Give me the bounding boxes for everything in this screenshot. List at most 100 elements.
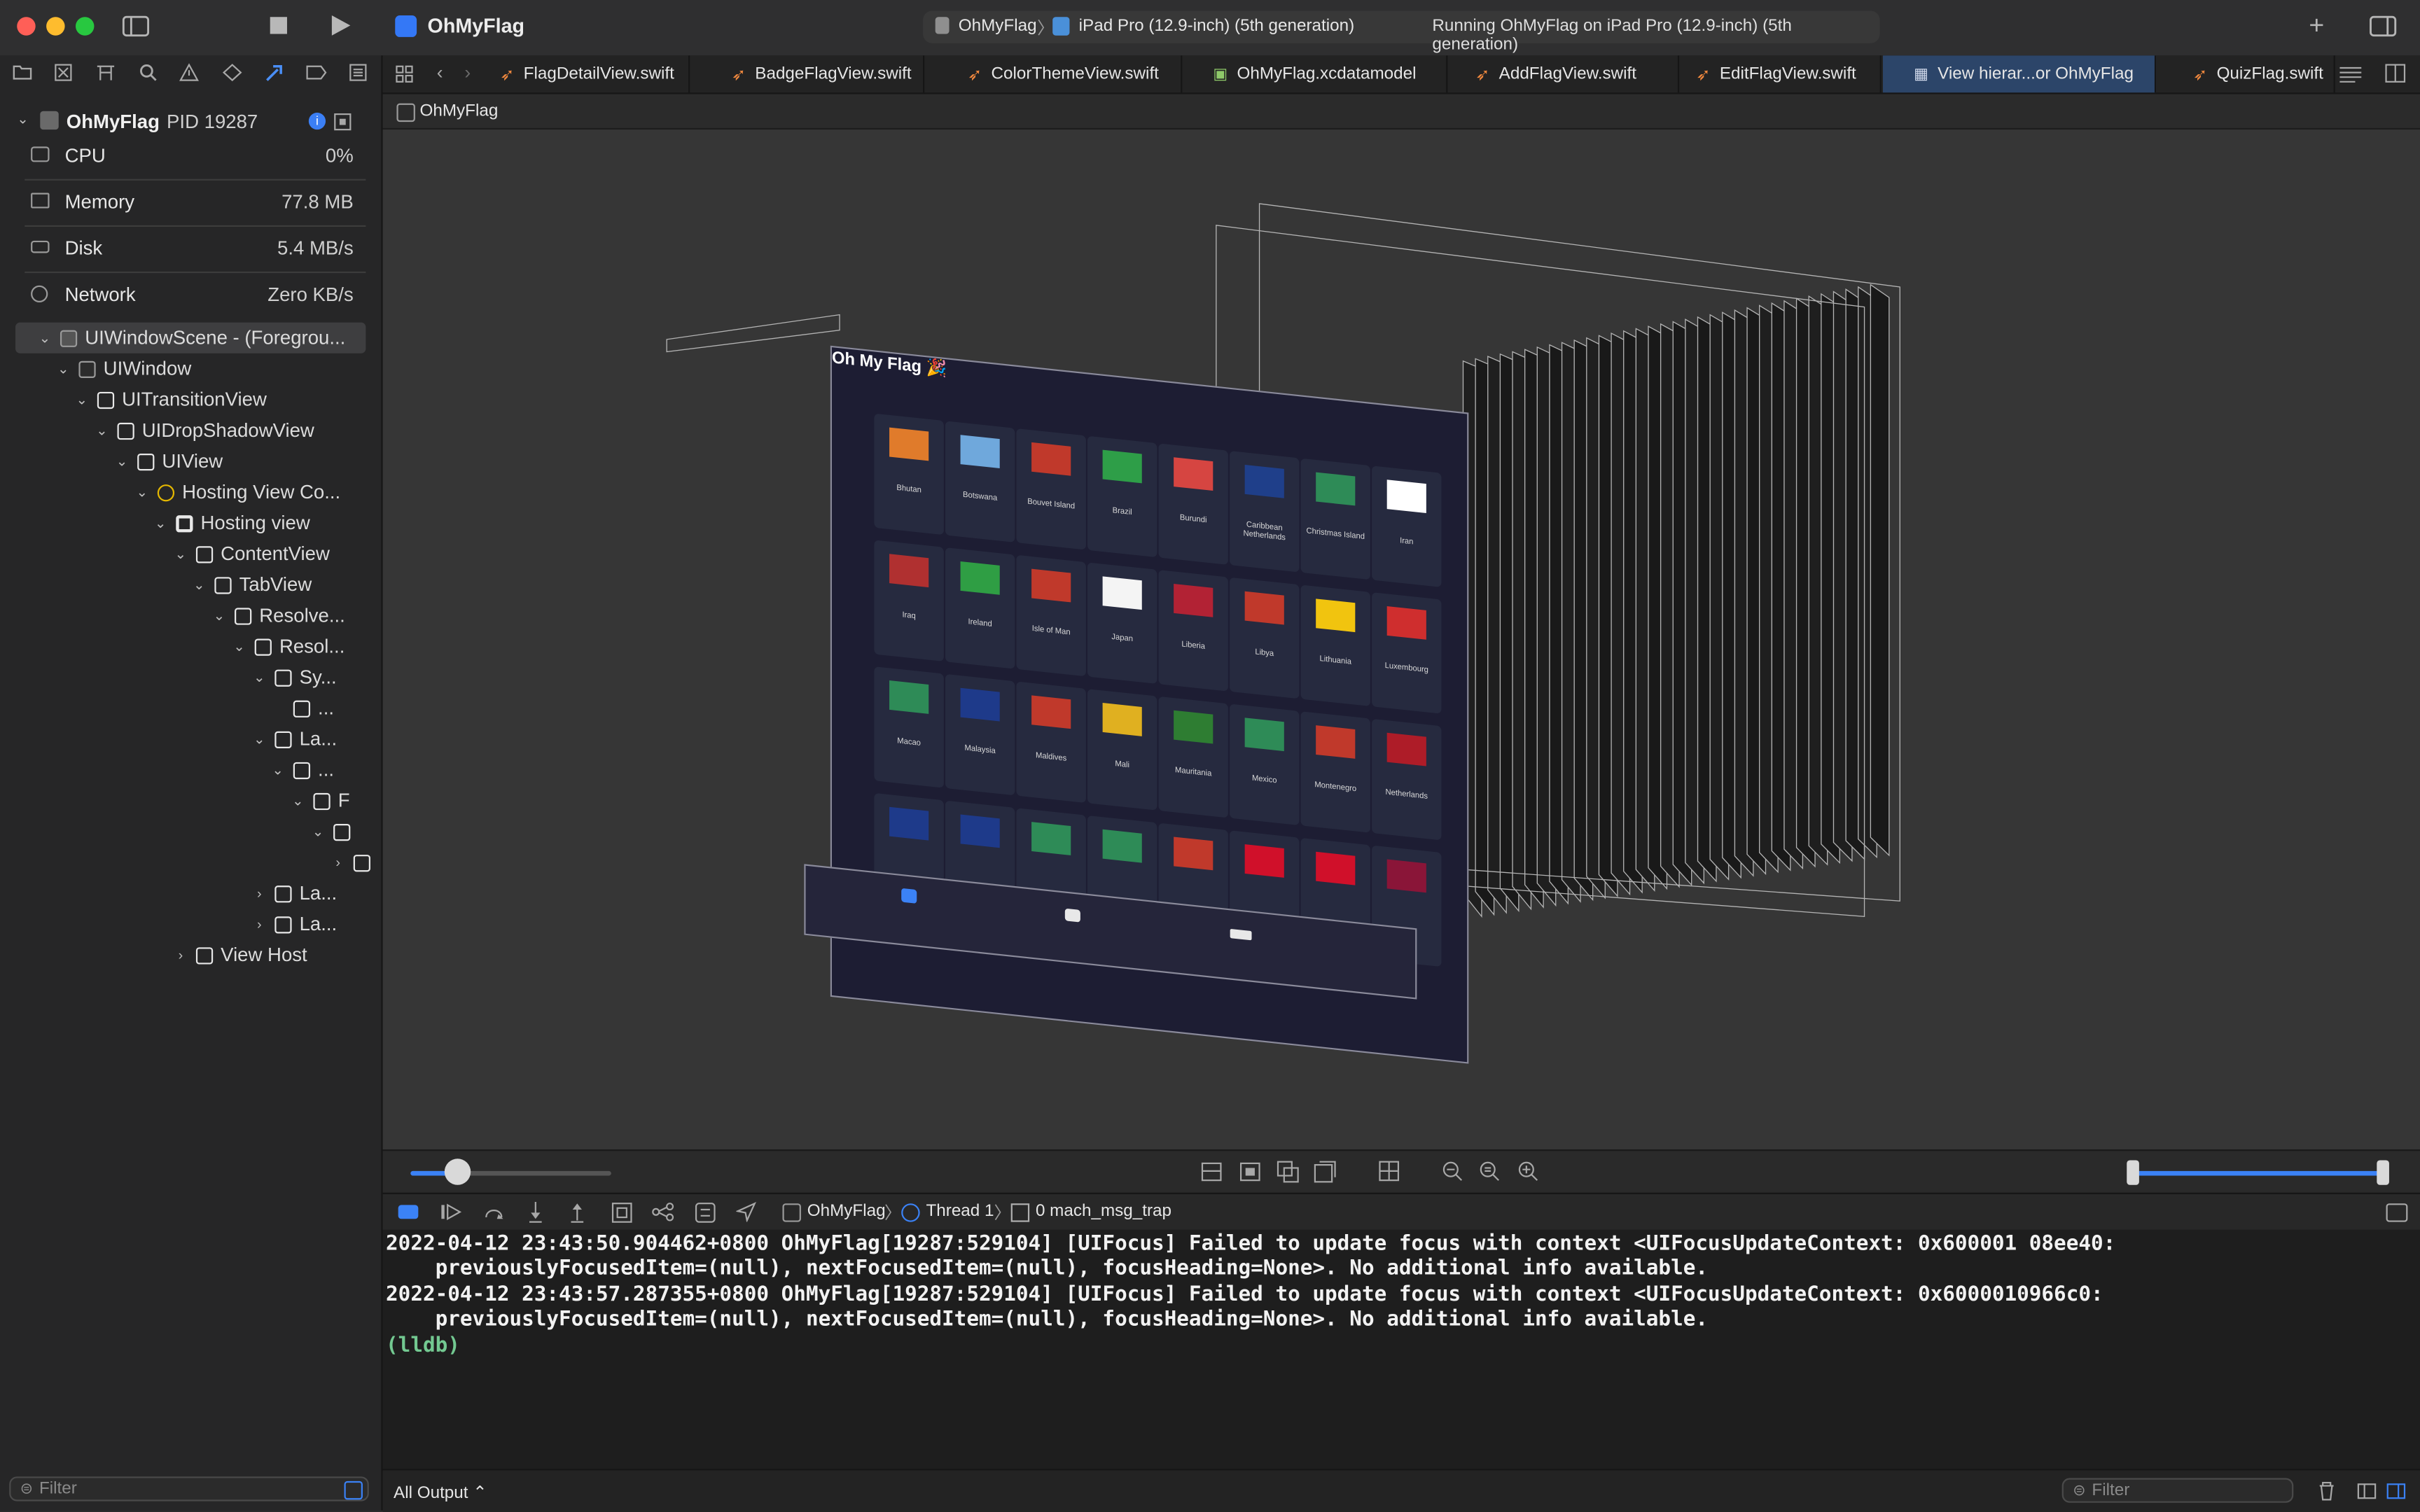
spacing-slider-thumb[interactable] [444,1158,471,1185]
variables-view-icon[interactable] [2357,1483,2377,1499]
breadcrumb[interactable]: OhMyFlag [420,102,499,120]
flag-card[interactable]: Isle of Man [1016,554,1086,677]
flag-card[interactable]: Mali [1087,689,1157,811]
editor-options-icon[interactable] [2338,65,2363,83]
wireframe-icon[interactable] [1314,1160,1337,1183]
orient-icon[interactable] [1378,1160,1400,1182]
forward-icon[interactable]: › [464,62,471,83]
continue-icon[interactable] [440,1202,463,1222]
range-slider-track[interactable] [2133,1170,2384,1176]
console-filter[interactable]: ⊜ Filter [2061,1478,2294,1503]
range-slider-min-thumb[interactable] [2127,1160,2139,1185]
hierarchy-icon[interactable] [333,113,352,131]
constraints-icon[interactable] [1239,1162,1261,1182]
step-out-icon[interactable] [568,1200,586,1224]
test-icon[interactable] [222,63,242,82]
flag-card[interactable]: Caribbean Netherlands [1230,451,1300,573]
flag-card[interactable]: Mexico [1230,704,1300,826]
tree-row[interactable]: › View Host [173,939,307,970]
flag-card[interactable]: Iran [1372,465,1442,587]
flag-card[interactable]: Bhutan [874,413,944,536]
spacing-slider-track[interactable] [410,1170,611,1176]
flag-card[interactable]: Liberia [1158,570,1228,692]
contents-icon[interactable] [1277,1160,1300,1183]
tree-row[interactable]: ⌄ Resolve... [211,600,345,631]
issue-icon[interactable] [179,63,200,81]
filter-options-icon[interactable] [344,1480,363,1500]
tree-row[interactable]: ⌄ [310,816,358,847]
console-view-icon[interactable] [2386,1483,2407,1499]
process-row[interactable]: ⌄ OhMyFlag PID 19287 i [0,105,381,136]
flag-card[interactable]: Ireland [945,547,1015,669]
tab-addflagview[interactable]: ➶ AddFlagView.swift [1463,55,1680,93]
breakpoints-toggle-icon[interactable] [398,1205,419,1219]
flag-card[interactable]: Botswana [945,421,1015,542]
environment-overrides-icon[interactable] [695,1202,716,1224]
range-slider-max-thumb[interactable] [2377,1160,2389,1185]
step-over-icon[interactable] [483,1202,505,1222]
tree-row[interactable]: ⌄ UIView [114,446,223,477]
flag-card[interactable]: Lithuania [1300,584,1370,706]
tree-row[interactable]: › [331,847,378,878]
tree-row[interactable]: › La... [251,878,337,909]
memory-graph-icon[interactable] [651,1202,674,1222]
clip-icon[interactable] [1201,1162,1223,1182]
info-icon[interactable]: i [308,112,326,130]
back-icon[interactable]: ‹ [437,62,443,83]
flag-card[interactable]: Libya [1230,577,1300,699]
tab-flagdetailview[interactable]: ➶ FlagDetailView.swift [487,55,690,93]
view-hierarchy-canvas[interactable]: Oh My Flag 🎉 Bhutan Botswana Bouvet Island… [382,130,2420,1150]
tab-view-hierarchy[interactable]: ▦ View hierar...or OhMyFlag [1883,55,2157,93]
debug-icon[interactable] [263,62,284,83]
flag-card[interactable]: Christmas Island [1300,458,1370,580]
output-filter-menu[interactable]: All Output ⌃ [394,1483,487,1502]
lldb-prompt[interactable]: (lldb) [386,1334,2115,1359]
flag-card[interactable]: Macao [874,666,944,788]
trash-icon[interactable] [2318,1481,2335,1502]
destination-selector[interactable]: iPad Pro (12.9-inch) (5th generation) [1079,17,1355,35]
tree-row[interactable]: ⌄ La... [251,724,337,755]
minimize-window-button[interactable] [46,17,65,36]
inspector-toggle-icon[interactable] [2369,15,2397,37]
tree-row[interactable]: ⌄ Resol... [232,631,345,662]
flag-card[interactable]: Bouvet Island [1016,428,1086,550]
debug-thread[interactable]: Thread 1 [926,1202,994,1220]
tree-row[interactable]: ⌄ UITransitionView [74,384,266,415]
simulate-location-icon[interactable] [736,1201,757,1222]
run-icon[interactable] [331,14,352,37]
tree-row[interactable]: ⌄... [270,755,334,785]
console-toggle-icon[interactable] [2386,1203,2408,1222]
flag-card[interactable]: Mauritania [1158,696,1228,818]
flag-card[interactable]: Netherlands [1372,718,1442,841]
add-icon[interactable]: + [2309,10,2324,41]
tab-xcdatamodel[interactable]: ▣ OhMyFlag.xcdatamodel [1201,55,1448,93]
flag-card[interactable]: Malaysia [945,673,1015,796]
zoom-window-button[interactable] [76,17,95,36]
grid-icon[interactable] [395,65,413,83]
tree-row[interactable]: ⌄ UIWindow [55,354,191,384]
tree-row[interactable]: ⌄ ContentView [173,538,330,569]
source-control-icon[interactable] [54,63,72,81]
tree-row[interactable]: ... [270,693,334,724]
step-into-icon[interactable] [527,1200,545,1224]
symbol-icon[interactable] [96,63,116,81]
tree-row[interactable]: › La... [251,909,337,939]
tree-row[interactable]: ⌄ Hosting view [153,507,310,538]
folder-icon[interactable] [13,63,33,80]
flag-card[interactable]: Maldives [1016,681,1086,804]
tree-row[interactable]: ⌄ UIWindowScene - (Foregrou... [37,323,346,354]
debug-process[interactable]: OhMyFlag [807,1202,886,1220]
zoom-out-icon[interactable] [1442,1160,1463,1182]
tree-row[interactable]: ⌄ F [290,785,349,816]
tab-editflagview[interactable]: ➶ EditFlagView.swift [1684,55,1882,93]
tab-badgeflagview[interactable]: ➶ BadgeFlagView.swift [719,55,925,93]
sidebar-toggle-icon[interactable] [122,15,150,37]
scheme-selector[interactable]: OhMyFlag [959,17,1037,35]
stop-icon[interactable] [269,15,289,36]
tab-quizflag[interactable]: ➶ QuizFlag.swift [2181,55,2335,93]
zoom-in-icon[interactable] [1517,1160,1539,1182]
flag-card[interactable]: Iraq [874,540,944,662]
tree-row[interactable]: ⌄ TabView [191,569,312,600]
zoom-reset-icon[interactable] [1479,1160,1501,1182]
flag-card[interactable]: Brazil [1087,435,1157,558]
